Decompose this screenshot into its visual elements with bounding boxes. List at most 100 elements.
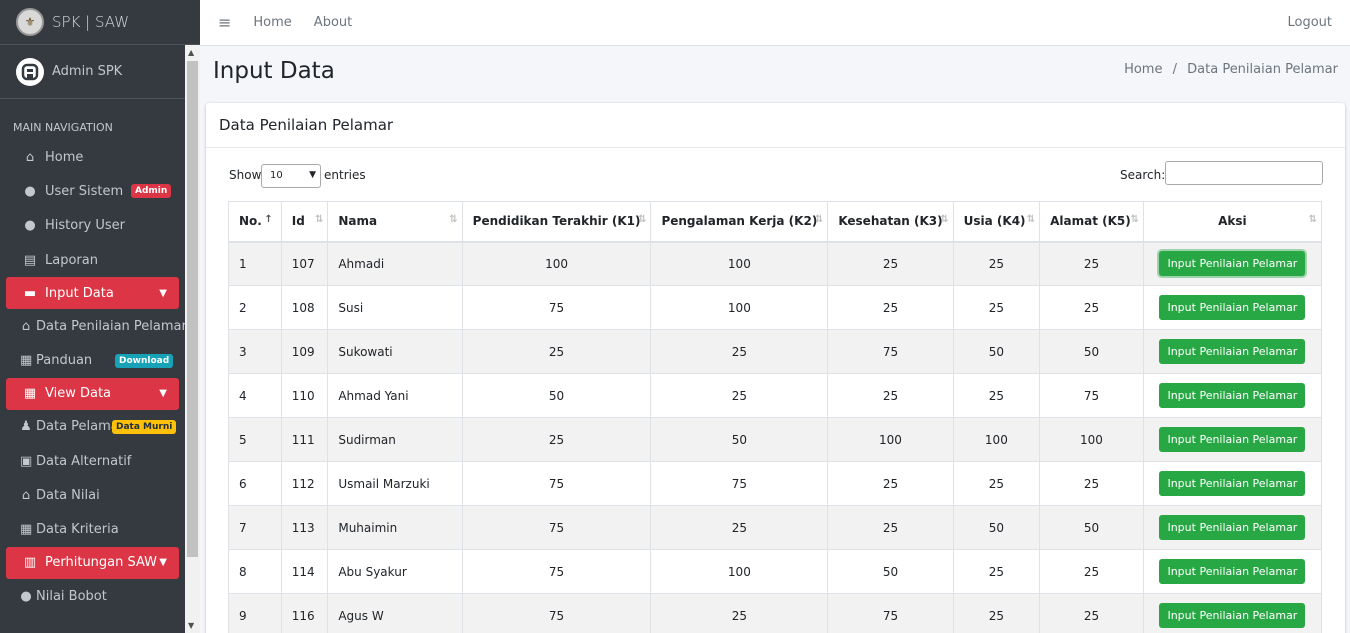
table-cell: Sudirman [327,417,463,462]
table-cell: 75 [461,549,652,594]
col-label: No. [239,214,262,229]
user-name: Admin SPK [52,64,123,79]
breadcrumb-current: Data Penilaian Pelamar [1187,62,1338,77]
table-cell: 75 [461,505,652,550]
table-cell-action: Input Penilaian Pelamar [1142,505,1323,550]
sidebar-item-data-kriteria[interactable]: ▦ Data Kriteria [0,513,200,547]
sidebar-item-view-data[interactable]: ▦ View Data ▼ [6,377,179,410]
table-cell-action: Input Penilaian Pelamar [1142,373,1323,418]
table-cell: Usmail Marzuki [327,461,463,506]
sidebar-scrollbar[interactable]: ▲ ▼ [185,45,200,633]
sidebar-item-history-user[interactable]: ● History User [0,209,200,243]
calculator-icon: ▥ [23,555,37,571]
scroll-down-icon[interactable]: ▼ [188,621,194,630]
scrollbar-thumb[interactable] [187,61,198,557]
table-cell: 116 [280,593,329,633]
table-cell: 75 [461,593,652,633]
sort-icon: ⇅ [314,214,324,225]
table-cell: 25 [1039,549,1144,594]
sort-icon: ⇅ [449,214,458,225]
page-title: Input Data [213,58,335,84]
table-cell: 100 [952,417,1041,462]
table-row: 9 116 Agus W 75 25 75 25 25 Input Penilaian Pela… [228,593,1323,633]
chevron-down-icon: ▼ [159,557,167,569]
table-cell: 25 [827,373,954,418]
sidebar-item-perhitungan-saw[interactable]: ▥ Perhitungan SAW ▼ [6,546,179,579]
input-penilaian-button[interactable]: Input Penilaian Pelamar [1159,515,1306,540]
input-penilaian-button[interactable]: Input Penilaian Pelamar [1159,383,1306,408]
list-alt-icon: ▬ [23,285,37,301]
col-no[interactable]: No. ↑ [228,201,282,243]
sidebar-item-label: Panduan [36,353,93,369]
input-penilaian-button[interactable]: Input Penilaian Pelamar [1159,339,1306,364]
input-penilaian-button[interactable]: Input Penilaian Pelamar [1159,295,1306,320]
sidebar-item-input-data[interactable]: ▬ Input Data ▼ [6,277,179,310]
user-icon: ● [24,183,36,199]
col-k2[interactable]: Pengalaman Kerja (K2) ⇅ [650,201,829,243]
table-cell-action: Input Penilaian Pelamar [1142,285,1323,330]
sort-asc-icon: ↑ [264,214,273,225]
table-cell: 25 [1039,241,1144,286]
scroll-up-icon[interactable]: ▲ [188,48,194,57]
sidebar-item-laporan[interactable]: ▤ Laporan [0,243,200,277]
table-cell: 25 [952,461,1041,506]
col-k3[interactable]: Kesehatan (K3) ⇅ [827,201,954,243]
sidebar-item-panduan[interactable]: ▦ Panduan Download [0,343,200,377]
brand-link[interactable]: ⚜ SPK | SAW [0,0,200,45]
col-nama[interactable]: Nama ⇅ [327,201,463,243]
chevron-down-icon: ▼ [159,287,167,299]
col-id[interactable]: Id ⇅ [280,201,329,243]
sidebar-item-data-nilai[interactable]: ⌂ Data Nilai [0,478,200,512]
col-aksi[interactable]: Aksi ⇅ [1142,201,1323,243]
table-cell: 25 [1039,461,1144,506]
sidebar-item-user-sistem[interactable]: ● User Sistem Admin [0,174,200,208]
admin-badge: Admin [131,184,172,199]
logout-link[interactable]: Logout [1287,15,1332,30]
sidebar-item-label: Data Nilai [36,488,100,504]
sidebar: ⚜ SPK | SAW Admin SPK MAIN NAVIGATION ⌂ … [0,0,200,633]
input-penilaian-button[interactable]: Input Penilaian Pelamar [1159,427,1306,452]
search-input[interactable] [1165,161,1323,185]
col-k1[interactable]: Pendidikan Terakhir (K1) ⇅ [461,201,652,243]
input-penilaian-button[interactable]: Input Penilaian Pelamar [1159,251,1306,277]
table-cell: Susi [327,285,463,330]
input-penilaian-button[interactable]: Input Penilaian Pelamar [1159,603,1306,628]
brand-logo-icon: ⚜ [16,8,44,36]
table-cell: 25 [1039,285,1144,330]
table-row: 5 111 Sudirman 25 50 100 100 100 Input Penilaian… [228,417,1323,462]
sort-icon: ⇅ [638,214,647,225]
table-cell: 9 [228,593,282,633]
sidebar-item-label: Laporan [45,252,98,268]
table-cell: 25 [952,373,1041,418]
table-cell: 108 [280,285,329,330]
table-cell: 50 [1039,505,1144,550]
table-cell: Sukowati [327,329,463,374]
sort-icon: ⇅ [940,214,949,225]
breadcrumb-home[interactable]: Home [1124,62,1162,77]
col-k5[interactable]: Alamat (K5) ⇅ [1039,201,1144,243]
input-penilaian-button[interactable]: Input Penilaian Pelamar [1159,471,1306,496]
page-size-value: 10 [270,170,283,181]
table-cell: 75 [827,593,954,633]
nav-link-home[interactable]: Home [253,15,291,30]
col-label: Pengalaman Kerja (K2) [661,214,818,229]
sidebar-item-data-alternatif[interactable]: ▣ Data Alternatif [0,444,200,478]
col-label: Aksi [1218,214,1247,229]
nav-link-about[interactable]: About [314,15,352,30]
sidebar-item-data-penilaian-pelamar[interactable]: ⌂ Data Penilaian Pelamar [0,309,200,343]
table-cell: 25 [952,285,1041,330]
nav-header: MAIN NAVIGATION [13,121,113,134]
table-cell: 2 [228,285,282,330]
sidebar-item-home[interactable]: ⌂ Home [0,140,200,174]
sidebar-item-nilai-bobot[interactable]: ● Nilai Bobot [0,579,200,613]
input-penilaian-button[interactable]: Input Penilaian Pelamar [1159,559,1306,584]
table-cell: 25 [650,329,829,374]
page-size-select[interactable]: 10 ▼ [261,164,321,188]
table-cell: 109 [280,329,329,374]
hamburger-menu-icon[interactable]: ≡ [218,13,231,32]
col-k4[interactable]: Usia (K4) ⇅ [952,201,1041,243]
user-panel[interactable]: Admin SPK [0,45,200,99]
table-cell: 50 [461,373,652,418]
table-cell-action: Input Penilaian Pelamar [1142,549,1323,594]
sidebar-item-data-pelamar[interactable]: ♟ Data Pelamar Data Murni [0,410,200,444]
